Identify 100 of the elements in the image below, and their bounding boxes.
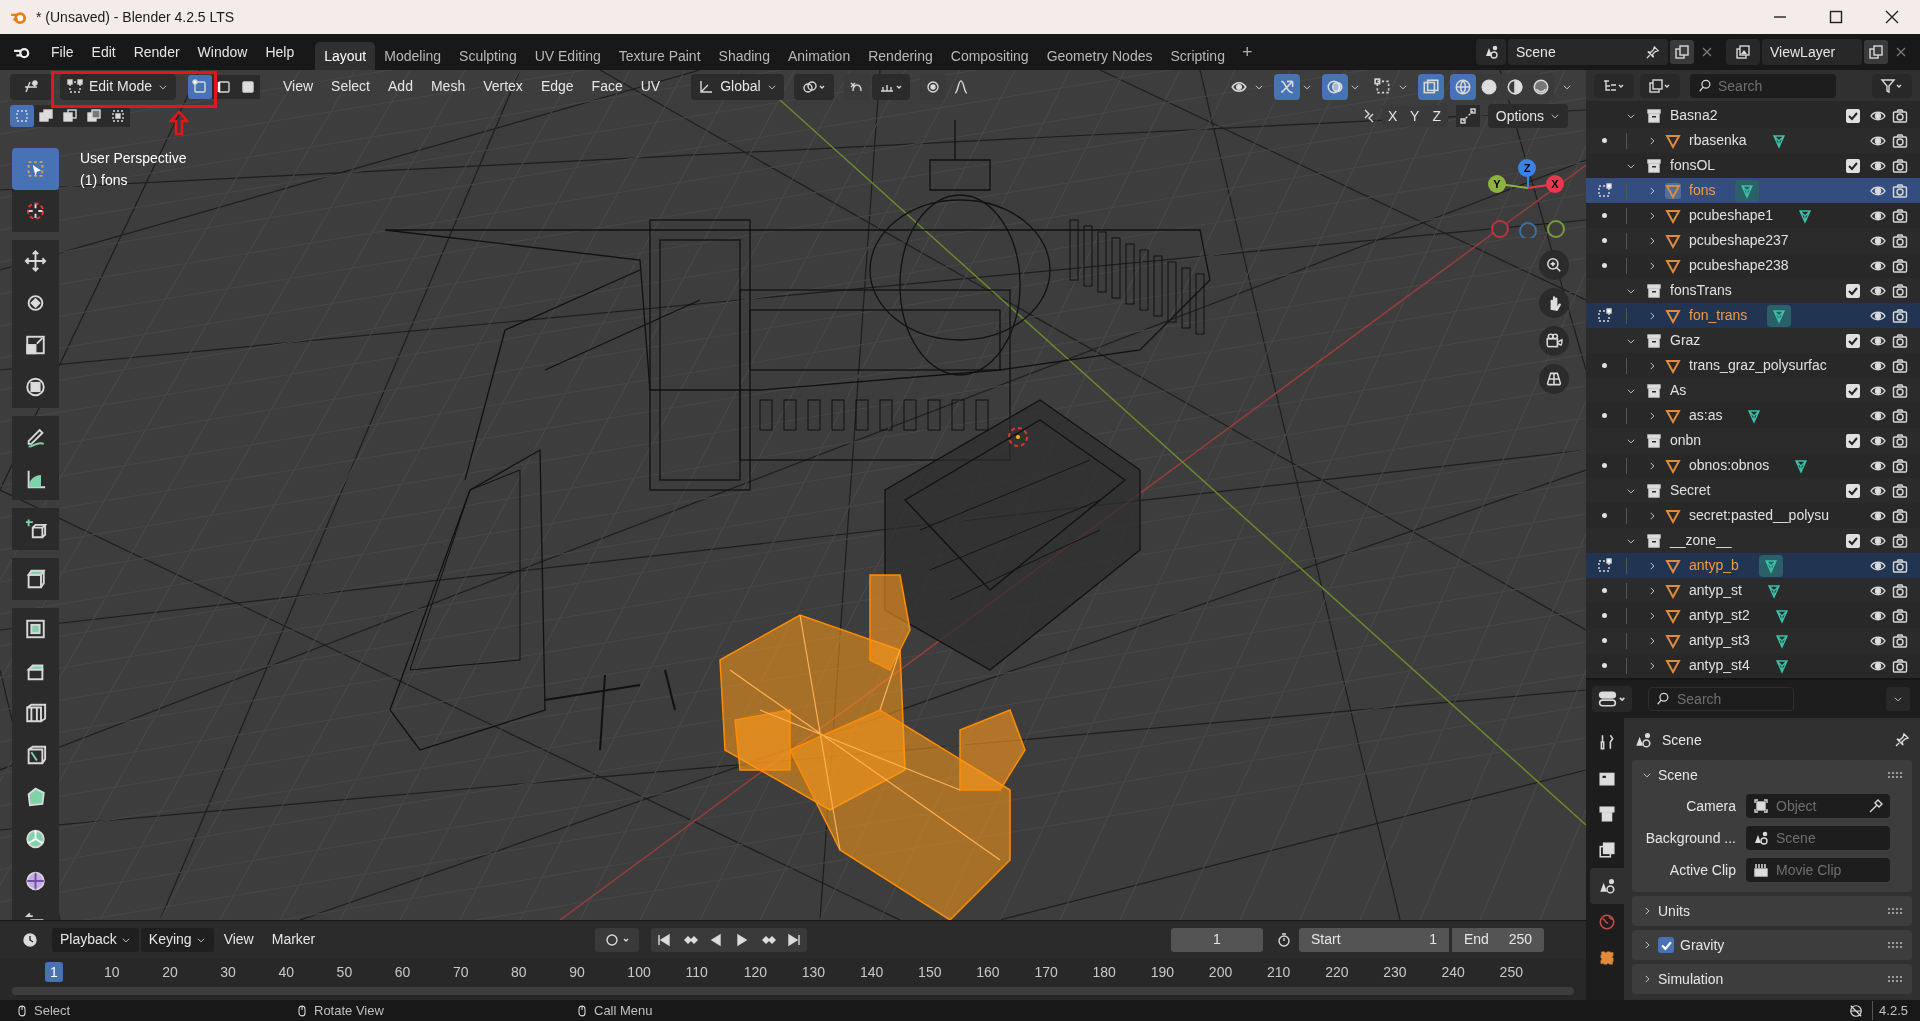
menu-item[interactable]: Add <box>379 76 422 97</box>
current-frame-field[interactable]: 1 <box>1171 927 1263 952</box>
camera-icon[interactable] <box>1892 232 1908 249</box>
camera-icon[interactable] <box>1892 632 1908 649</box>
object-name[interactable]: antyp_st <box>1689 580 1742 601</box>
workspace-tab[interactable]: Sculpting <box>450 42 526 70</box>
panel-header[interactable]: Units <box>1632 896 1912 926</box>
panel-header[interactable]: Simulation <box>1632 964 1912 994</box>
vertex-select-icon[interactable] <box>188 74 212 99</box>
new-scene-icon[interactable] <box>1670 40 1694 64</box>
mesh-data-icon[interactable] <box>1767 304 1792 327</box>
object-name[interactable]: fon_trans <box>1689 305 1748 326</box>
expand-icon[interactable] <box>1647 610 1657 621</box>
expand-icon[interactable] <box>1647 510 1657 521</box>
drag-handle-icon[interactable] <box>1888 908 1902 914</box>
menu-item[interactable]: File <box>42 37 83 67</box>
editor-type-icon[interactable] <box>10 73 52 100</box>
auto-merge-icon[interactable] <box>1455 105 1480 127</box>
collection-name[interactable]: Basna2 <box>1670 105 1846 126</box>
workspace-tab[interactable]: Texture Paint <box>609 42 710 70</box>
camera-icon[interactable] <box>1892 207 1908 224</box>
object-mesh-icon[interactable] <box>1665 657 1681 674</box>
checkbox[interactable] <box>1846 383 1860 398</box>
object-name[interactable]: pcubeshape238 <box>1689 255 1789 276</box>
camera-icon[interactable] <box>1892 432 1908 449</box>
checkbox[interactable] <box>1658 937 1674 953</box>
menu-dropdown[interactable]: Keying <box>140 927 214 952</box>
panel-header[interactable]: Gravity <box>1632 930 1912 960</box>
workspace-tab[interactable]: Scripting <box>1161 42 1234 70</box>
expand-icon[interactable] <box>1647 660 1657 671</box>
checkbox[interactable] <box>1846 533 1860 548</box>
workspace-tab[interactable]: Geometry Nodes <box>1037 42 1162 70</box>
drag-handle-icon[interactable] <box>1888 772 1902 778</box>
workspace-tab[interactable]: UV Editing <box>525 42 610 70</box>
object-mesh-icon[interactable] <box>1665 557 1681 574</box>
workspace-tab[interactable]: Layout <box>315 42 376 70</box>
camera-icon[interactable] <box>1892 107 1908 124</box>
object-mesh-icon[interactable] <box>1665 257 1681 274</box>
object-mesh-icon[interactable] <box>1665 357 1681 374</box>
tool-inset-icon[interactable] <box>12 608 59 650</box>
workspace-tab[interactable]: Modeling <box>375 42 451 70</box>
expand-icon[interactable] <box>1647 135 1657 146</box>
new-view-layer-icon[interactable] <box>1864 40 1888 64</box>
object-name[interactable]: antyp_st2 <box>1689 605 1750 626</box>
camera-icon[interactable] <box>1892 257 1908 274</box>
menu-item[interactable]: Edge <box>531 76 583 97</box>
edit-mode-icon[interactable] <box>1596 182 1612 199</box>
input-field[interactable]: Scene <box>1746 826 1890 850</box>
scene-field[interactable]: Scene <box>1508 39 1668 65</box>
camera-icon[interactable] <box>1892 407 1908 424</box>
expand-icon[interactable] <box>1647 460 1657 471</box>
overlay-icon[interactable] <box>1322 73 1348 100</box>
camera-icon[interactable] <box>1892 332 1908 349</box>
expand-icon[interactable] <box>1647 235 1657 246</box>
pin-icon[interactable] <box>1894 732 1910 748</box>
camera-icon[interactable] <box>1892 582 1908 599</box>
menu-item[interactable]: Window <box>188 37 257 67</box>
object-mesh-icon[interactable] <box>1665 507 1681 524</box>
search-field[interactable]: Search <box>1690 73 1836 98</box>
checkbox[interactable] <box>1846 158 1860 173</box>
camera-icon[interactable] <box>1892 132 1908 149</box>
editor-type-icon[interactable] <box>1592 686 1632 712</box>
object-name[interactable]: secret:pasted__polysu <box>1689 505 1830 526</box>
close-icon[interactable] <box>1884 9 1900 25</box>
object-name[interactable]: fons <box>1689 180 1716 201</box>
camera-icon[interactable] <box>1892 457 1908 474</box>
object-name[interactable]: pcubeshape1 <box>1689 205 1774 226</box>
filter-view-icon[interactable] <box>1640 73 1680 98</box>
add-workspace-button[interactable]: + <box>1233 38 1261 66</box>
object-name[interactable]: rbasenka <box>1689 130 1747 151</box>
checkbox[interactable] <box>1846 433 1860 448</box>
view-layer-field[interactable]: ViewLayer <box>1762 39 1862 65</box>
object-mesh-icon[interactable] <box>1665 607 1681 624</box>
camera-icon[interactable] <box>1892 382 1908 399</box>
pin-icon[interactable] <box>1645 44 1660 60</box>
workspace-tab[interactable]: Animation <box>778 42 860 70</box>
scene-icon[interactable] <box>1476 39 1506 65</box>
end-frame-field[interactable]: End 250 <box>1452 927 1544 952</box>
collection-name[interactable]: fonsTrans <box>1670 280 1846 301</box>
gizmo-icon[interactable] <box>1274 73 1300 100</box>
filter-icon[interactable] <box>1872 73 1912 98</box>
menu-item[interactable]: Marker <box>263 927 324 952</box>
object-mesh-icon[interactable] <box>1665 207 1681 224</box>
menu-item[interactable]: Face <box>582 76 632 97</box>
object-name[interactable]: obnos:obnos <box>1689 455 1770 476</box>
expand-icon[interactable] <box>1647 260 1657 271</box>
camera-icon[interactable] <box>1892 307 1908 324</box>
view-layer-icon[interactable] <box>1726 39 1760 65</box>
wireframe-shading-icon[interactable] <box>1450 73 1476 100</box>
collection-name[interactable]: Secret <box>1670 480 1846 501</box>
expand-icon[interactable] <box>1647 410 1657 421</box>
camera-icon[interactable] <box>1892 607 1908 624</box>
object-name[interactable]: antyp_st3 <box>1689 630 1750 651</box>
workspace-tab[interactable]: Rendering <box>859 42 942 70</box>
tool-move-icon[interactable] <box>12 240 59 282</box>
checkbox[interactable] <box>1846 283 1860 298</box>
workspace-tab[interactable]: Compositing <box>941 42 1038 70</box>
search-field[interactable]: Search <box>1648 687 1794 711</box>
camera-icon[interactable] <box>1892 557 1908 574</box>
object-mesh-icon[interactable] <box>1665 232 1681 249</box>
